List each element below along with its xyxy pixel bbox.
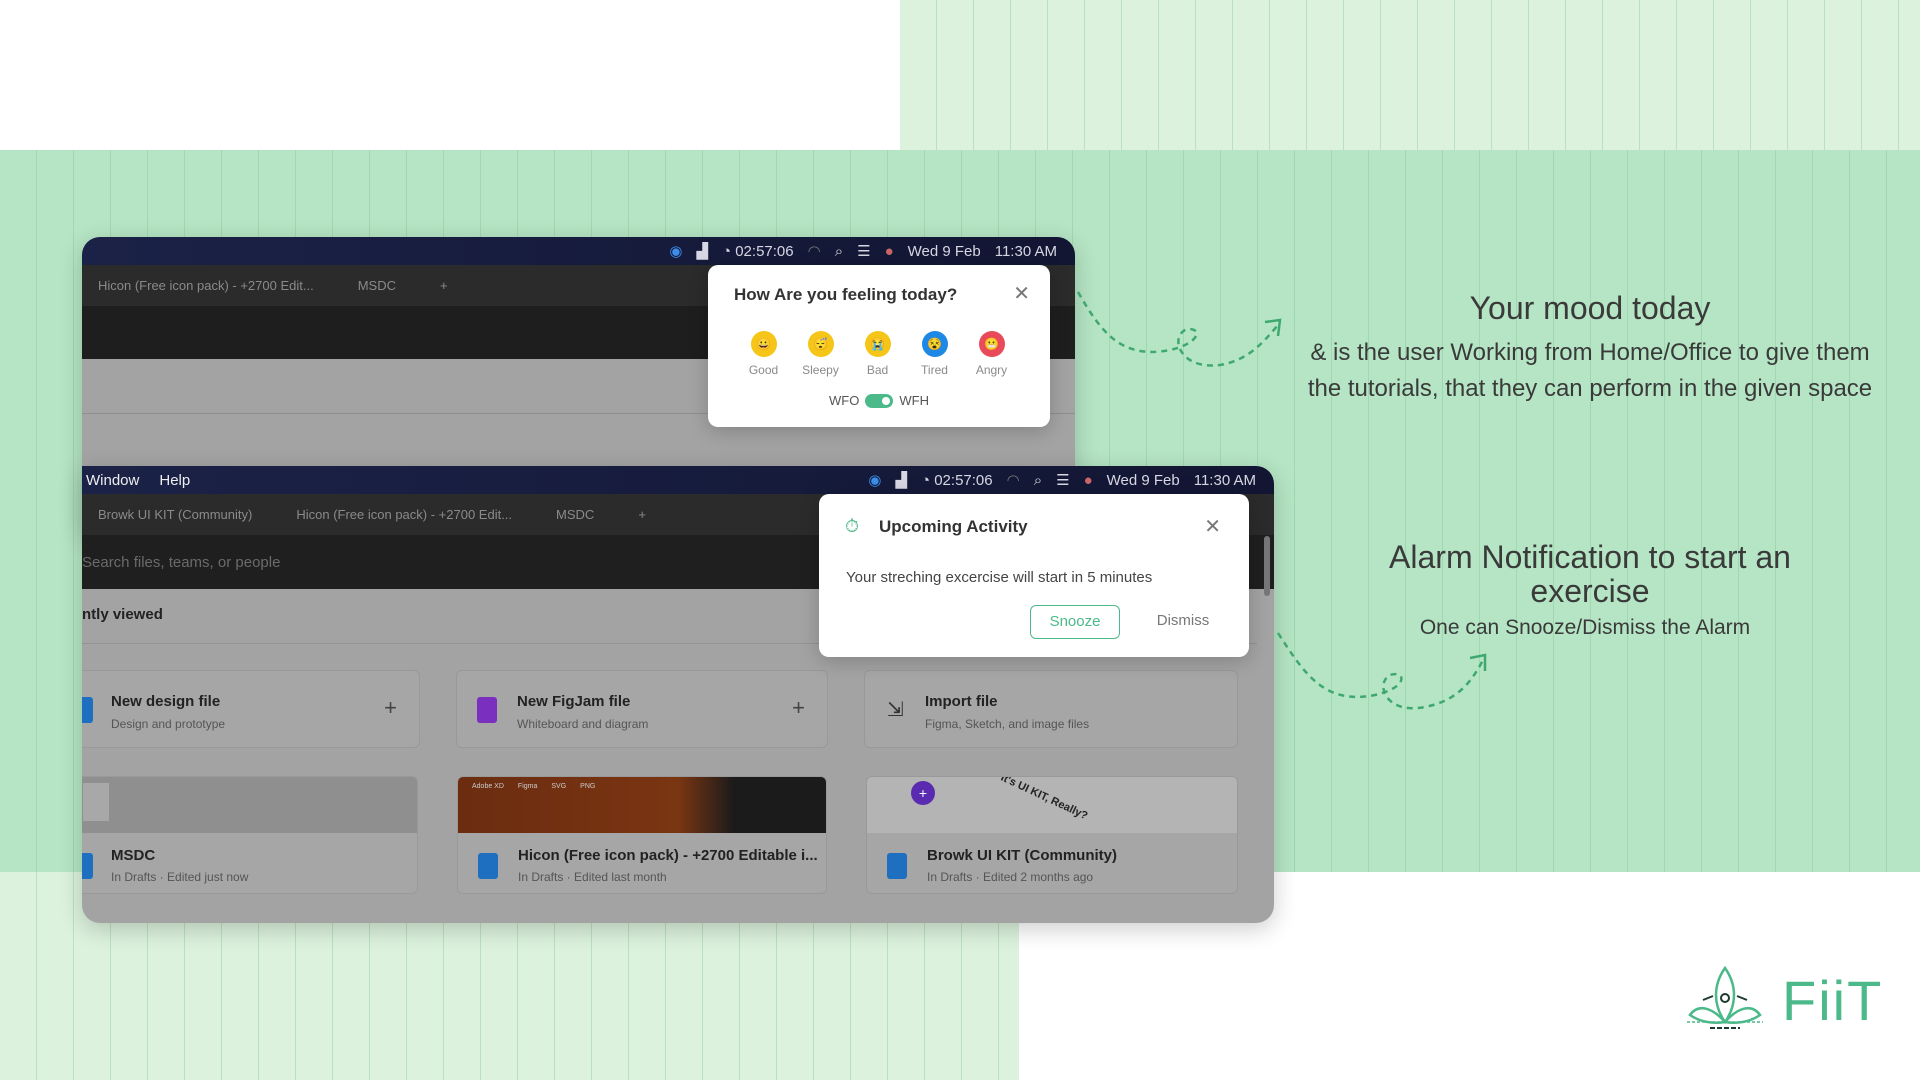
grinning-face-icon: 😀 xyxy=(750,331,777,357)
new-design-file-card[interactable]: New design file Design and prototype + xyxy=(82,670,420,748)
design-file-icon xyxy=(82,697,93,723)
dashed-arrow-icon xyxy=(1076,291,1282,367)
mood-angry[interactable]: 😬 Angry xyxy=(963,331,1020,377)
dismiss-button[interactable]: Dismiss xyxy=(1148,605,1218,639)
new-figjam-file-card[interactable]: New FigJam file Whiteboard and diagram + xyxy=(456,670,828,748)
angry-face-icon: 😬 xyxy=(978,331,1005,357)
wifi-icon: ◠ xyxy=(1006,472,1020,489)
tab[interactable]: Hicon (Free icon pack) - +2700 Edit... xyxy=(296,507,512,522)
mood-options: 😀 Good 😴 Sleepy 😭 Bad 😵 Tired 😬 Angry xyxy=(735,331,1020,377)
menu-window[interactable]: Window xyxy=(86,472,139,489)
lotus-logo-icon xyxy=(1687,965,1763,1029)
mood-bad[interactable]: 😭 Bad xyxy=(849,331,906,377)
mood-good[interactable]: 😀 Good xyxy=(735,331,792,377)
timer: ◔ 02:57:06 xyxy=(920,471,993,489)
toggle-label-wfh: WFH xyxy=(899,393,929,408)
tab[interactable]: Hicon (Free icon pack) - +2700 Edit... xyxy=(98,278,314,293)
wifi-icon: ◠ xyxy=(807,243,821,260)
siri-icon[interactable]: ● xyxy=(885,243,894,260)
time: 11:30 AM xyxy=(994,242,1057,260)
wfo-wfh-toggle[interactable] xyxy=(865,393,894,408)
new-tab-button[interactable]: + xyxy=(638,507,646,522)
timer-icon: ⏱ xyxy=(845,516,860,536)
plus-icon[interactable]: + xyxy=(384,695,397,721)
snooze-button[interactable]: Snooze xyxy=(1030,605,1120,639)
design-file-icon xyxy=(887,853,907,879)
tab[interactable]: MSDC xyxy=(556,507,594,522)
file-card-browk[interactable]: + It's UI KIT, Really? Browk UI KIT (Com… xyxy=(866,776,1238,894)
background-panel xyxy=(900,0,1920,150)
search-icon[interactable]: ⌕ xyxy=(1034,472,1042,489)
new-tab-button[interactable]: + xyxy=(440,278,448,293)
design-file-icon xyxy=(82,853,93,879)
mood-heading: Your mood today xyxy=(1469,290,1711,326)
sleepy-face-icon: 😴 xyxy=(807,331,834,357)
close-icon[interactable]: ✕ xyxy=(1013,281,1030,306)
wifi-icon: ◉ xyxy=(669,243,683,260)
figjam-file-icon xyxy=(477,697,497,723)
alarm-description: One can Snooze/Dismiss the Alarm xyxy=(1419,616,1751,639)
toggle-label-wfo: WFO xyxy=(829,393,860,408)
file-thumbnail: Adobe XD Figma SVG PNG xyxy=(458,777,826,833)
popup-title: Upcoming Activity xyxy=(879,517,1028,536)
wifi-icon: ◉ xyxy=(868,472,882,489)
control-center-icon[interactable]: ☰ xyxy=(857,242,870,260)
tab[interactable]: MSDC xyxy=(358,278,396,293)
scrollbar[interactable] xyxy=(1264,536,1270,596)
tired-face-icon: 😵 xyxy=(921,331,948,357)
app-icon: ▟ xyxy=(696,243,708,260)
mood-tired[interactable]: 😵 Tired xyxy=(906,331,963,377)
alarm-popup: ⏱ Upcoming Activity ✕ Your streching exc… xyxy=(819,494,1249,657)
section-title: ntly viewed xyxy=(82,606,163,623)
search-icon[interactable]: ⌕ xyxy=(835,243,843,260)
mood-popup: How Are you feeling today? ✕ 😀 Good 😴 Slee… xyxy=(708,265,1050,427)
crying-face-icon: 😭 xyxy=(864,331,891,357)
menu-help[interactable]: Help xyxy=(159,472,190,489)
time: 11:30 AM xyxy=(1193,471,1256,489)
file-card-hicon[interactable]: Adobe XD Figma SVG PNG Hicon (Free icon pac… xyxy=(457,776,827,894)
alarm-message: Your streching excercise will start in 5… xyxy=(846,569,1153,586)
file-thumbnail: + It's UI KIT, Really? xyxy=(867,777,1237,833)
mood-description: & is the user Working from Home/Office t… xyxy=(1307,339,1873,402)
app-icon: ▟ xyxy=(895,472,907,489)
date: Wed 9 Feb xyxy=(907,242,981,260)
timer: ◔ 02:57:06 xyxy=(721,242,794,260)
plus-icon: + xyxy=(911,781,935,805)
logo-text: FiiT xyxy=(1782,969,1884,1032)
control-center-icon[interactable]: ☰ xyxy=(1056,471,1069,489)
work-location-toggle-row: WFO WFH xyxy=(708,393,1050,408)
siri-icon[interactable]: ● xyxy=(1084,472,1093,489)
tab[interactable]: Browk UI KIT (Community) xyxy=(98,507,252,522)
import-file-card[interactable]: ⇲ Import file Figma, Sketch, and image f… xyxy=(864,670,1238,748)
design-file-icon xyxy=(478,853,498,879)
popup-title: How Are you feeling today? xyxy=(734,285,958,304)
close-icon[interactable]: ✕ xyxy=(1204,514,1221,539)
file-thumbnail xyxy=(82,777,417,833)
alarm-heading: Alarm Notification to start an exercise xyxy=(1389,539,1791,609)
file-card-msdc[interactable]: MSDC In Drafts · Edited just now xyxy=(82,776,418,894)
date: Wed 9 Feb xyxy=(1106,471,1180,489)
import-icon: ⇲ xyxy=(887,699,904,721)
mood-sleepy[interactable]: 😴 Sleepy xyxy=(792,331,849,377)
menubar: ◉ ▟ ◔ 02:57:06 ◠ ⌕ ☰ ● Wed 9 Feb 11:30 A… xyxy=(82,237,1075,265)
plus-icon[interactable]: + xyxy=(792,695,805,721)
menubar: Window Help ◉ ▟ ◔ 02:57:06 ◠ ⌕ ☰ ● Wed 9 … xyxy=(82,466,1274,494)
